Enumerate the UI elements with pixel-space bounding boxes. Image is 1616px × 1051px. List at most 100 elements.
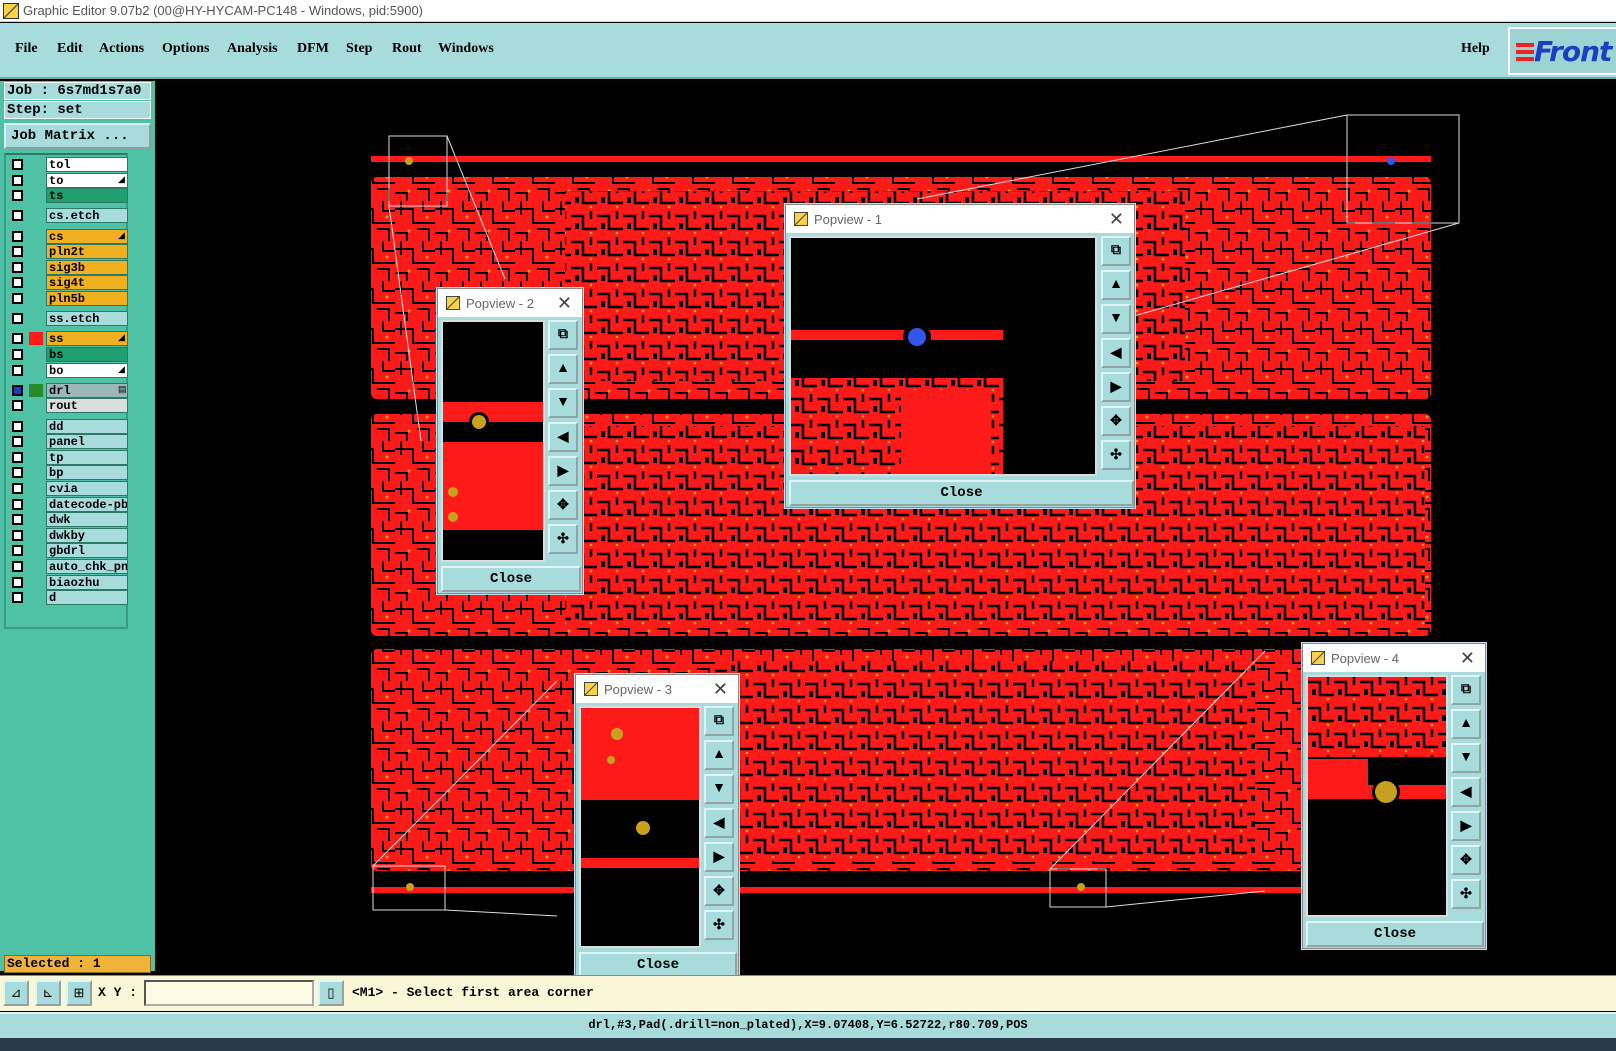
popview-window-2[interactable]: Popview - 2 ✕ ⧉ ▲ ▼ ◀ ▶ ✥ ✣ Close bbox=[437, 288, 583, 594]
layer-name[interactable]: tol bbox=[46, 157, 128, 172]
layer-checkbox[interactable] bbox=[12, 349, 23, 360]
measure-icon[interactable]: ⊾ bbox=[35, 980, 61, 1006]
zoom-fit-icon[interactable]: ⧉ bbox=[704, 706, 734, 736]
layer-name[interactable]: cs bbox=[46, 228, 128, 244]
layer-checkbox[interactable] bbox=[12, 174, 23, 186]
layer-color-swatch[interactable] bbox=[29, 348, 43, 361]
layer-row[interactable]: cs ◢ bbox=[10, 228, 128, 244]
layer-checkbox[interactable] bbox=[12, 364, 23, 376]
pan-up-icon[interactable]: ▲ bbox=[704, 740, 734, 770]
layer-color-swatch[interactable] bbox=[29, 230, 43, 243]
layer-row[interactable]: to ◢ bbox=[10, 172, 128, 188]
layer-row[interactable]: ts bbox=[10, 188, 128, 204]
layer-row[interactable]: sig3b bbox=[10, 259, 128, 275]
layer-name[interactable]: dd bbox=[46, 418, 128, 434]
layer-name[interactable]: ss bbox=[46, 331, 128, 347]
popview-window-4[interactable]: Popview - 4 ✕ ⧉ ▲ ▼ ◀ ▶ ✥ ✣ Close bbox=[1302, 643, 1486, 949]
popview-zoom-view[interactable] bbox=[441, 320, 545, 562]
layer-color-swatch[interactable] bbox=[29, 189, 43, 202]
layer-checkbox[interactable] bbox=[12, 576, 23, 588]
layer-row[interactable]: gbdrl bbox=[10, 543, 128, 559]
layer-color-swatch[interactable] bbox=[29, 364, 43, 377]
layer-name[interactable]: d bbox=[46, 590, 128, 606]
popview-close-button[interactable]: Close bbox=[789, 480, 1134, 506]
layer-row[interactable]: panel bbox=[10, 434, 128, 450]
zoom-out-icon[interactable]: ✣ bbox=[704, 910, 734, 940]
layer-row[interactable]: bs bbox=[10, 347, 128, 362]
layer-checkbox[interactable] bbox=[12, 159, 23, 170]
layer-name[interactable]: to bbox=[46, 172, 128, 188]
layer-name[interactable]: sig4t bbox=[46, 275, 128, 291]
layer-color-swatch[interactable] bbox=[29, 420, 43, 433]
layer-row[interactable]: dd bbox=[10, 418, 128, 434]
menu-rout[interactable]: Rout bbox=[392, 41, 422, 57]
layer-checkbox[interactable] bbox=[12, 498, 23, 510]
pan-up-icon[interactable]: ▲ bbox=[548, 354, 578, 384]
layer-checkbox[interactable] bbox=[12, 545, 23, 557]
layer-checkbox[interactable] bbox=[12, 467, 23, 479]
layer-checkbox[interactable] bbox=[12, 261, 23, 273]
pan-left-icon[interactable]: ◀ bbox=[1451, 777, 1481, 807]
layer-color-swatch[interactable] bbox=[29, 560, 43, 573]
layer-color-swatch[interactable] bbox=[29, 174, 43, 187]
layer-row[interactable]: ss.etch bbox=[10, 311, 128, 327]
layer-name[interactable]: tp bbox=[46, 449, 128, 465]
menu-analysis[interactable]: Analysis bbox=[227, 41, 278, 57]
popview-window-3[interactable]: Popview - 3 ✕ ⧉ ▲ ▼ ◀ ▶ ✥ ✣ Close bbox=[575, 674, 739, 980]
layer-row[interactable]: auto_chk_pnl bbox=[10, 559, 128, 574]
close-icon[interactable]: ✕ bbox=[1109, 209, 1124, 230]
pan-down-icon[interactable]: ▼ bbox=[1451, 743, 1481, 773]
pan-up-icon[interactable]: ▲ bbox=[1451, 709, 1481, 739]
zoom-fit-icon[interactable]: ⧉ bbox=[548, 320, 578, 350]
pan-down-icon[interactable]: ▼ bbox=[548, 388, 578, 418]
layer-checkbox[interactable] bbox=[12, 333, 23, 345]
layer-row[interactable]: d bbox=[10, 590, 128, 606]
layer-color-swatch[interactable] bbox=[29, 292, 43, 305]
pan-right-icon[interactable]: ▶ bbox=[704, 842, 734, 872]
layer-name[interactable]: pln5b bbox=[46, 291, 128, 306]
layer-name[interactable]: rout bbox=[46, 398, 128, 414]
layer-checkbox[interactable] bbox=[12, 436, 23, 448]
layer-checkbox[interactable] bbox=[12, 400, 23, 412]
layer-name[interactable]: cs.etch bbox=[46, 208, 128, 224]
layer-checkbox[interactable] bbox=[12, 277, 23, 289]
layer-color-swatch[interactable] bbox=[29, 576, 43, 589]
layer-name[interactable]: ts bbox=[46, 188, 128, 204]
zoom-out-icon[interactable]: ✣ bbox=[548, 524, 578, 554]
layer-name[interactable]: datecode-pbe bbox=[46, 496, 128, 512]
zoom-in-icon[interactable]: ✥ bbox=[704, 876, 734, 906]
job-matrix-button[interactable]: Job Matrix ... bbox=[4, 123, 151, 149]
pan-down-icon[interactable]: ▼ bbox=[704, 774, 734, 804]
layer-row[interactable]: rout bbox=[10, 398, 128, 414]
layer-color-swatch[interactable] bbox=[29, 261, 43, 274]
layer-checkbox[interactable] bbox=[12, 246, 23, 258]
layer-row[interactable]: cvia bbox=[10, 481, 128, 496]
layer-checkbox[interactable] bbox=[12, 230, 23, 242]
layer-checkbox[interactable] bbox=[12, 592, 23, 604]
layer-checkbox[interactable] bbox=[12, 190, 23, 202]
layer-color-swatch[interactable] bbox=[29, 209, 43, 222]
layer-color-swatch[interactable] bbox=[29, 312, 43, 325]
layer-name[interactable]: ss.etch bbox=[46, 311, 128, 327]
pan-up-icon[interactable]: ▲ bbox=[1101, 270, 1131, 300]
layer-row[interactable]: dwkby bbox=[10, 527, 128, 543]
layer-name[interactable]: cvia bbox=[46, 481, 128, 496]
layer-name[interactable]: bp bbox=[46, 465, 128, 481]
pan-left-icon[interactable]: ◀ bbox=[1101, 338, 1131, 368]
layer-color-swatch[interactable] bbox=[29, 383, 43, 397]
zoom-out-icon[interactable]: ✣ bbox=[1101, 440, 1131, 470]
menu-step[interactable]: Step bbox=[346, 41, 372, 57]
layer-row[interactable]: datecode-pbe bbox=[10, 496, 128, 512]
popview-close-button[interactable]: Close bbox=[1306, 921, 1484, 947]
layer-row[interactable]: biaozhu bbox=[10, 574, 128, 590]
menu-actions[interactable]: Actions bbox=[99, 41, 144, 57]
layer-row[interactable]: pln5b bbox=[10, 291, 128, 306]
grid-icon[interactable]: ⊞ bbox=[66, 980, 92, 1006]
layer-checkbox[interactable] bbox=[12, 529, 23, 541]
layer-name[interactable]: biaozhu bbox=[46, 574, 128, 590]
layer-row[interactable]: tp bbox=[10, 449, 128, 465]
layer-color-swatch[interactable] bbox=[29, 245, 43, 258]
layer-checkbox[interactable] bbox=[12, 293, 23, 304]
zoom-fit-icon[interactable]: ⧉ bbox=[1101, 236, 1131, 266]
layer-color-swatch[interactable] bbox=[29, 399, 43, 412]
